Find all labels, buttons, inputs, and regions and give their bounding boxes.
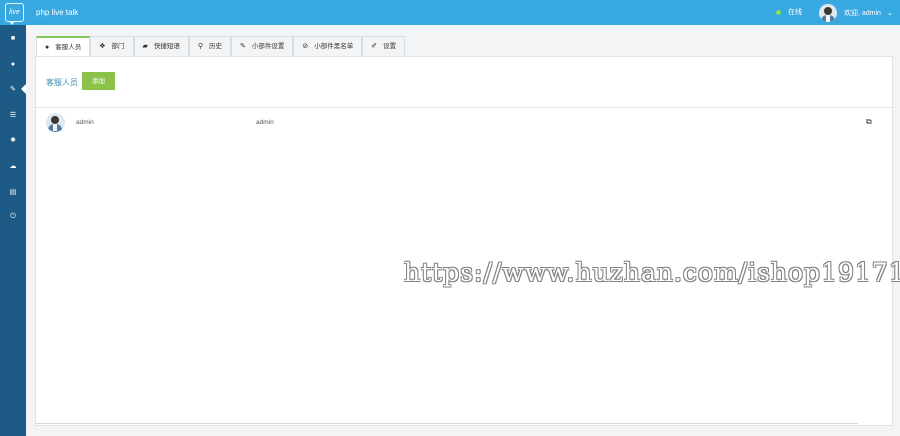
list-icon[interactable]: ☰ bbox=[0, 102, 26, 128]
tab-label: 快捷短语 bbox=[153, 43, 180, 50]
tab-label: 小部件黑名单 bbox=[314, 43, 354, 50]
tab-label: 客服人员 bbox=[55, 44, 82, 51]
chart-icon[interactable]: ▤ bbox=[0, 179, 26, 205]
top-bar: live php live talk 在线 欢迎, admin ⌄ bbox=[0, 0, 900, 25]
wrench-icon[interactable]: ✎ bbox=[0, 76, 26, 102]
search-icon: ⚲ bbox=[197, 43, 204, 50]
tab-bar: ● 客服人员 ❖ 部门 ▰ 快捷短语 ⚲ 历史 ✎ 小部件设置 ⊘ 小部件黑名单… bbox=[36, 36, 406, 57]
online-status[interactable]: 在线 bbox=[776, 0, 802, 25]
comments-icon: ▰ bbox=[142, 43, 148, 50]
app-title[interactable]: php live talk bbox=[36, 0, 78, 25]
user-icon: ● bbox=[45, 44, 50, 51]
agent-name: admin bbox=[76, 119, 94, 126]
user-greeting: 欢迎, admin bbox=[844, 9, 881, 17]
sidebar: ■ ● ✎ ☰ ✹ ☁ ▤ ⏻ bbox=[0, 25, 26, 436]
tab-widget-blacklist[interactable]: ⊘ 小部件黑名单 bbox=[293, 36, 363, 56]
status-dot-icon bbox=[776, 9, 781, 15]
avatar bbox=[46, 113, 65, 132]
avatar bbox=[819, 3, 837, 22]
gear-icon[interactable]: ✹ bbox=[0, 127, 26, 153]
location-icon[interactable]: ● bbox=[0, 51, 26, 77]
brush-icon: ✎ bbox=[240, 43, 246, 50]
agents-panel: 客服人员 添加 admin admin ⧉ bbox=[35, 56, 893, 426]
ban-icon: ⊘ bbox=[302, 43, 309, 50]
divider bbox=[36, 423, 858, 424]
tab-history[interactable]: ⚲ 历史 bbox=[188, 36, 232, 56]
watermark-text: https://www.huzhan.com/ishop19171 bbox=[404, 258, 900, 287]
tab-departments[interactable]: ❖ 部门 bbox=[90, 36, 134, 56]
add-agent-button[interactable]: 添加 bbox=[82, 72, 115, 90]
main-area: ● 客服人员 ❖ 部门 ▰ 快捷短语 ⚲ 历史 ✎ 小部件设置 ⊘ 小部件黑名单… bbox=[26, 25, 900, 436]
divider bbox=[36, 107, 892, 108]
tab-label: 设置 bbox=[383, 43, 397, 50]
tab-quick-replies[interactable]: ▰ 快捷短语 bbox=[133, 36, 189, 56]
chat-icon[interactable]: ■ bbox=[0, 25, 26, 51]
agent-display-name: admin bbox=[256, 119, 274, 126]
wrench-icon: ✐ bbox=[371, 43, 378, 50]
power-icon[interactable]: ⏻ bbox=[0, 204, 26, 230]
tab-label: 部门 bbox=[111, 43, 125, 50]
user-menu[interactable]: 欢迎, admin ⌄ bbox=[819, 3, 893, 22]
chevron-down-icon: ⌄ bbox=[886, 9, 893, 17]
cloud-icon[interactable]: ☁ bbox=[0, 153, 26, 179]
table-row[interactable]: admin admin ⧉ bbox=[36, 113, 892, 133]
section-title: 客服人员 bbox=[46, 78, 78, 87]
logo-icon[interactable]: live bbox=[5, 3, 24, 25]
tab-settings[interactable]: ✐ 设置 bbox=[362, 36, 406, 56]
status-label: 在线 bbox=[788, 9, 802, 16]
tab-label: 小部件设置 bbox=[251, 43, 285, 50]
tab-agents[interactable]: ● 客服人员 bbox=[36, 36, 91, 57]
edit-icon[interactable]: ⧉ bbox=[866, 117, 872, 127]
tab-label: 历史 bbox=[209, 43, 223, 50]
tab-widget-settings[interactable]: ✎ 小部件设置 bbox=[231, 36, 294, 56]
group-icon: ❖ bbox=[99, 43, 106, 50]
